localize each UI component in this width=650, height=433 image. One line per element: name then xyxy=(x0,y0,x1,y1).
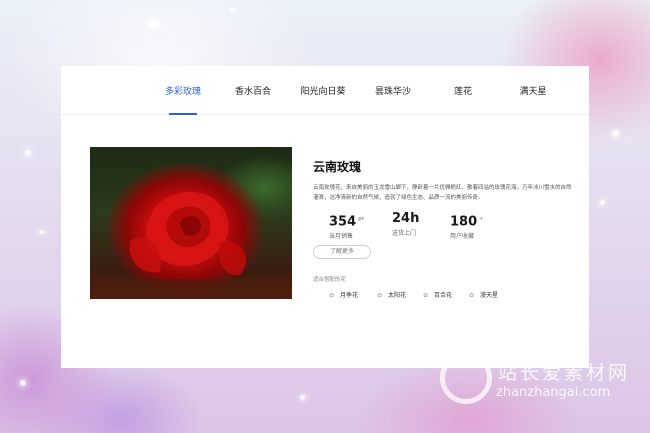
tab-colorful-rose[interactable]: 多彩玫瑰 xyxy=(165,84,201,97)
related-item-sun-flower[interactable]: ✿ 太阳花 xyxy=(377,290,406,299)
tab-babys-breath[interactable]: 满天星 xyxy=(519,84,546,97)
tab-perfume-lily[interactable]: 香水百合 xyxy=(235,84,271,97)
watermark-logo-icon xyxy=(440,352,492,404)
watermark-cn: 站长爱素材网 xyxy=(498,362,631,384)
related-item-lily[interactable]: ✿ 百合花 xyxy=(423,290,452,299)
sparkle xyxy=(600,200,605,205)
stat-label: 用户收藏 xyxy=(450,233,475,241)
flower-icon: ✿ xyxy=(377,292,383,299)
flower-icon: ✿ xyxy=(469,292,475,299)
rose-photo xyxy=(90,147,292,299)
stat-value: 180 + xyxy=(450,214,484,230)
sparkle xyxy=(230,8,235,13)
related-item-chinese-rose[interactable]: ✿ 月季花 xyxy=(329,290,358,299)
sparkle xyxy=(40,230,44,234)
sparkle xyxy=(25,150,31,156)
watermark: 站长爱素材网 zhanzhangai.com xyxy=(440,352,640,408)
stat-value: 354 pr xyxy=(329,214,365,230)
product-description: 云南玫瑰花，来自美丽的玉龙雪山脚下，静卧着一片优雅栀红、散着四溢的玫瑰花海，万年… xyxy=(313,185,572,201)
related-item-babys-breath[interactable]: ✿ 漫天星 xyxy=(469,290,498,299)
stat-monthly-sales: 354 pr 当月销售 xyxy=(329,211,364,240)
stat-label: 送货上门 xyxy=(392,230,417,237)
product-title: 云南玫瑰 xyxy=(313,160,362,174)
tab-sunflower[interactable]: 阳光向日葵 xyxy=(300,84,345,97)
stat-user-favorites: 180 + 用户收藏 xyxy=(450,211,483,240)
product-card: 多彩玫瑰 香水百合 阳光向日葵 昙珠华沙 莲花 满天星 云南玫瑰 云南玫瑰花，来… xyxy=(61,66,589,368)
sparkle xyxy=(300,395,305,400)
sparkle xyxy=(20,380,26,386)
sparkle xyxy=(150,20,158,28)
stat-label: 当月销售 xyxy=(329,233,354,241)
rose-illustration xyxy=(90,191,292,299)
active-tab-indicator xyxy=(169,113,197,115)
category-tabs: 多彩玫瑰 香水百合 阳光向日葵 昙珠华沙 莲花 满天星 xyxy=(61,66,589,115)
learn-more-button[interactable]: 了解更多 xyxy=(313,245,371,259)
related-flowers-label: 适合搭配的花 xyxy=(313,277,347,283)
stat-home-delivery: 24h 送货上门 xyxy=(392,211,419,237)
tab-lotus[interactable]: 莲花 xyxy=(454,84,472,97)
sparkle xyxy=(612,130,619,137)
tab-pearl-warsaw[interactable]: 昙珠华沙 xyxy=(375,84,411,97)
flower-icon: ✿ xyxy=(423,292,429,299)
flower-icon: ✿ xyxy=(329,292,335,299)
watermark-en: zhanzhangai.com xyxy=(496,385,611,400)
stat-value: 24h xyxy=(392,211,420,226)
